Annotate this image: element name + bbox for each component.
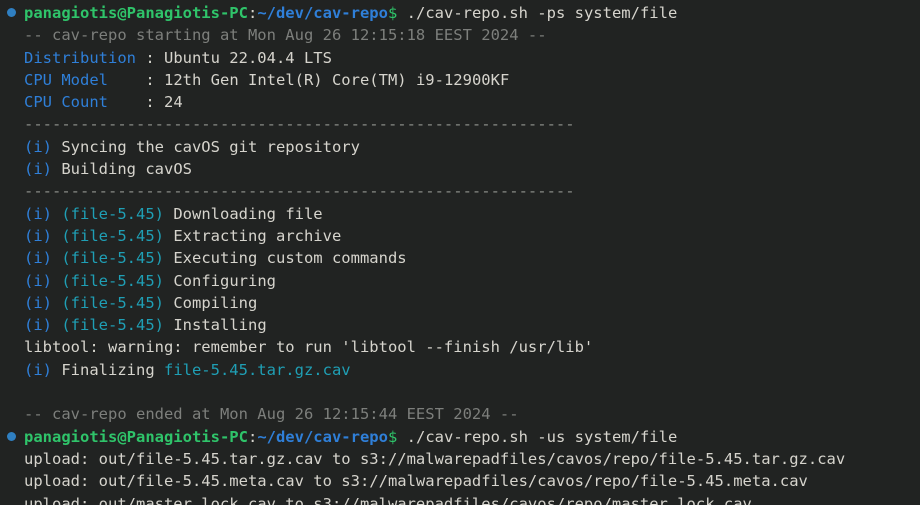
info-separator: : [135, 48, 164, 67]
log-message: Configuring [164, 271, 276, 290]
log-message: Installing [164, 316, 267, 335]
prompt-colon: : [247, 4, 258, 22]
log-message: Compiling [164, 293, 258, 312]
log-line-syncing: (i) Syncing the cavOS git repository [0, 136, 920, 158]
package-tag: (file-5.45) [61, 204, 164, 223]
artifact-name: file-5.45.tar.gz.cav [163, 360, 351, 379]
run-start-banner: -- cav-repo starting at Mon Aug 26 12:15… [24, 26, 547, 45]
log-message: Syncing the cavOS git repository [52, 137, 360, 156]
info-row-cpu-count: CPU Count : 24 [0, 91, 920, 113]
log-message: Downloading file [164, 204, 323, 223]
separator-rule-1: ----------------------------------------… [24, 115, 575, 134]
info-tag: (i) [24, 360, 52, 379]
log-line-extracting: (i) (file-5.45) Extracting archive [0, 225, 920, 247]
run-end-banner: -- cav-repo ended at Mon Aug 26 12:15:44… [24, 405, 519, 424]
package-tag: (file-5.45) [61, 293, 164, 312]
upload-line-3: upload: out/master.lock.cav to s3://malw… [24, 494, 752, 505]
info-label: Distribution [24, 48, 136, 67]
info-tag: (i) [24, 249, 52, 268]
log-line-building: (i) Building cavOS [0, 158, 920, 180]
log-line-finalizing: (i) Finalizing file-5.45.tar.gz.cav [0, 359, 920, 381]
package-tag: (file-5.45) [61, 226, 164, 245]
info-tag: (i) [24, 160, 52, 179]
info-tag: (i) [24, 293, 52, 312]
log-message: Finalizing [52, 360, 164, 379]
prompt-user-host: panagiotis@Panagiotis-PC [24, 4, 248, 22]
log-line-executing: (i) (file-5.45) Executing custom command… [0, 247, 920, 269]
package-tag: (file-5.45) [61, 316, 164, 335]
log-line-compiling: (i) (file-5.45) Compiling [0, 292, 920, 314]
info-tag: (i) [24, 204, 52, 223]
upload-line-1: upload: out/file-5.45.tar.gz.cav to s3:/… [24, 449, 846, 468]
prompt-line-1: panagiotis@Panagiotis-PC:~/dev/cav-repo$… [0, 2, 920, 24]
info-value: 12th Gen Intel(R) Core(TM) i9-12900KF [164, 70, 510, 89]
prompt-line-2: panagiotis@Panagiotis-PC:~/dev/cav-repo$… [0, 426, 920, 448]
info-tag: (i) [24, 226, 52, 245]
separator-rule-2: ----------------------------------------… [24, 182, 575, 201]
prompt-sigil: $ [387, 427, 398, 446]
prompt-colon: : [247, 427, 258, 446]
status-bullet-running-icon [0, 2, 24, 24]
prompt-path: ~/dev/cav-repo [257, 4, 388, 22]
terminal-window[interactable]: panagiotis@Panagiotis-PC:~/dev/cav-repo$… [0, 0, 920, 505]
prompt-user-host: panagiotis@Panagiotis-PC [24, 427, 248, 446]
package-tag: (file-5.45) [61, 249, 164, 268]
prompt-sigil: $ [387, 4, 398, 22]
info-separator: : [108, 93, 164, 112]
info-separator: : [108, 70, 164, 89]
log-line-downloading: (i) (file-5.45) Downloading file [0, 203, 920, 225]
info-label: CPU Model [24, 70, 108, 89]
command-text-1: ./cav-repo.sh -ps system/file [406, 4, 678, 22]
info-value: Ubuntu 22.04.4 LTS [163, 48, 332, 67]
log-line-configuring: (i) (file-5.45) Configuring [0, 270, 920, 292]
log-message: Extracting archive [164, 226, 342, 245]
status-bullet-running-icon [0, 426, 24, 448]
prompt-path: ~/dev/cav-repo [257, 427, 388, 446]
info-tag: (i) [24, 137, 52, 156]
info-row-cpu-model: CPU Model : 12th Gen Intel(R) Core(TM) i… [0, 69, 920, 91]
info-tag: (i) [24, 316, 52, 335]
upload-line-2: upload: out/file-5.45.meta.cav to s3://m… [24, 472, 808, 491]
log-message: Executing custom commands [164, 249, 407, 268]
package-tag: (file-5.45) [61, 271, 164, 290]
info-tag: (i) [24, 271, 52, 290]
log-message: Building cavOS [52, 160, 192, 179]
command-text-2: ./cav-repo.sh -us system/file [406, 427, 678, 446]
info-row-distribution: Distribution : Ubuntu 22.04.4 LTS [0, 47, 920, 69]
info-label: CPU Count [24, 93, 108, 112]
log-line-installing: (i) (file-5.45) Installing [0, 314, 920, 336]
info-value: 24 [164, 93, 183, 112]
log-line-libtool-warning: libtool: warning: remember to run 'libto… [24, 338, 594, 357]
